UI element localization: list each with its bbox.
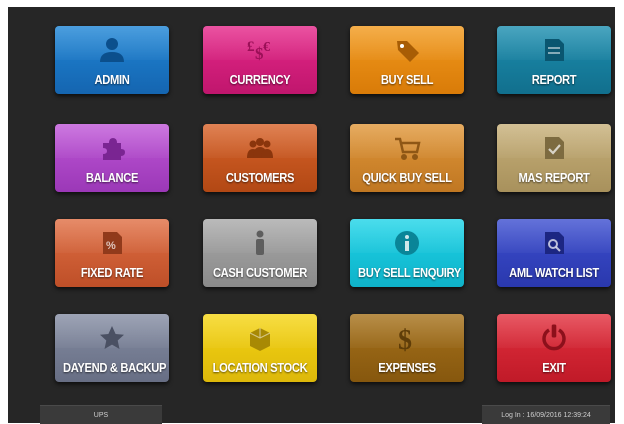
aml-watch-list-button[interactable]: AML WATCH LIST <box>497 219 611 287</box>
currency-icon: £ $ € <box>203 35 317 65</box>
buy-sell-button[interactable]: BUY SELL <box>350 26 464 94</box>
document-icon <box>497 35 611 65</box>
tile-label: BALANCE <box>85 170 139 185</box>
dayend-and-backup-button[interactable]: DAYEND & BACKUP <box>55 314 169 382</box>
group-icon <box>203 133 317 163</box>
tile-label: BUY SELL <box>380 72 434 87</box>
person-icon <box>203 228 317 258</box>
currency-button[interactable]: £ $ € CURRENCY <box>203 26 317 94</box>
svg-text:£: £ <box>247 39 255 55</box>
search-document-icon <box>497 228 611 258</box>
tile-label: CUSTOMERS <box>225 170 295 185</box>
cart-icon <box>350 133 464 163</box>
balance-button[interactable]: BALANCE <box>55 124 169 192</box>
admin-button[interactable]: ADMIN <box>55 26 169 94</box>
tile-label: ADMIN <box>94 72 130 87</box>
tile-label: DAYEND & BACKUP <box>62 360 167 375</box>
tile-label: CURRENCY <box>229 72 291 87</box>
svg-text:%: % <box>106 240 116 252</box>
star-icon <box>55 323 169 353</box>
location-stock-button[interactable]: LOCATION STOCK <box>203 314 317 382</box>
tile-label: FIXED RATE <box>80 265 144 280</box>
svg-text:€: € <box>263 40 270 55</box>
exit-button[interactable]: EXIT <box>497 314 611 382</box>
tile-label: EXPENSES <box>378 360 436 375</box>
tag-icon <box>350 35 464 65</box>
checked-document-icon <box>497 133 611 163</box>
user-icon <box>55 35 169 65</box>
login-status: Log In : 16/09/2016 12:39:24 <box>482 405 610 424</box>
quick-buy-sell-button[interactable]: QUICK BUY SELL <box>350 124 464 192</box>
tile-label: MAS REPORT <box>518 170 590 185</box>
dollar-icon: $ <box>350 323 464 353</box>
tile-label: AML WATCH LIST <box>509 265 599 280</box>
tile-label: EXIT <box>542 360 566 375</box>
cash-customer-button[interactable]: CASH CUSTOMER <box>203 219 317 287</box>
expenses-button[interactable]: $ EXPENSES <box>350 314 464 382</box>
tile-label: LOCATION STOCK <box>212 360 308 375</box>
svg-text:$: $ <box>398 325 412 353</box>
tile-label: REPORT <box>531 72 577 87</box>
tile-label: QUICK BUY SELL <box>362 170 452 185</box>
report-button[interactable]: REPORT <box>497 26 611 94</box>
login-timestamp: Log In : 16/09/2016 12:39:24 <box>501 411 591 419</box>
box-icon <box>203 323 317 353</box>
power-icon <box>497 323 611 353</box>
info-icon <box>350 228 464 258</box>
percent-document-icon: % <box>55 228 169 258</box>
customers-button[interactable]: CUSTOMERS <box>203 124 317 192</box>
ups-status: UPS <box>40 405 162 424</box>
main-screen: ADMIN £ $ € CURRENCY BUY SELL REPORT BALANCE CUS… <box>8 7 615 424</box>
tile-label: CASH CUSTOMER <box>212 265 308 280</box>
buy-sell-enquiry-button[interactable]: BUY SELL ENQUIRY <box>350 219 464 287</box>
tile-label: BUY SELL ENQUIRY <box>357 265 461 280</box>
fixed-rate-button[interactable]: % FIXED RATE <box>55 219 169 287</box>
puzzle-icon <box>55 133 169 163</box>
mas-report-button[interactable]: MAS REPORT <box>497 124 611 192</box>
ups-label: UPS <box>93 411 109 419</box>
